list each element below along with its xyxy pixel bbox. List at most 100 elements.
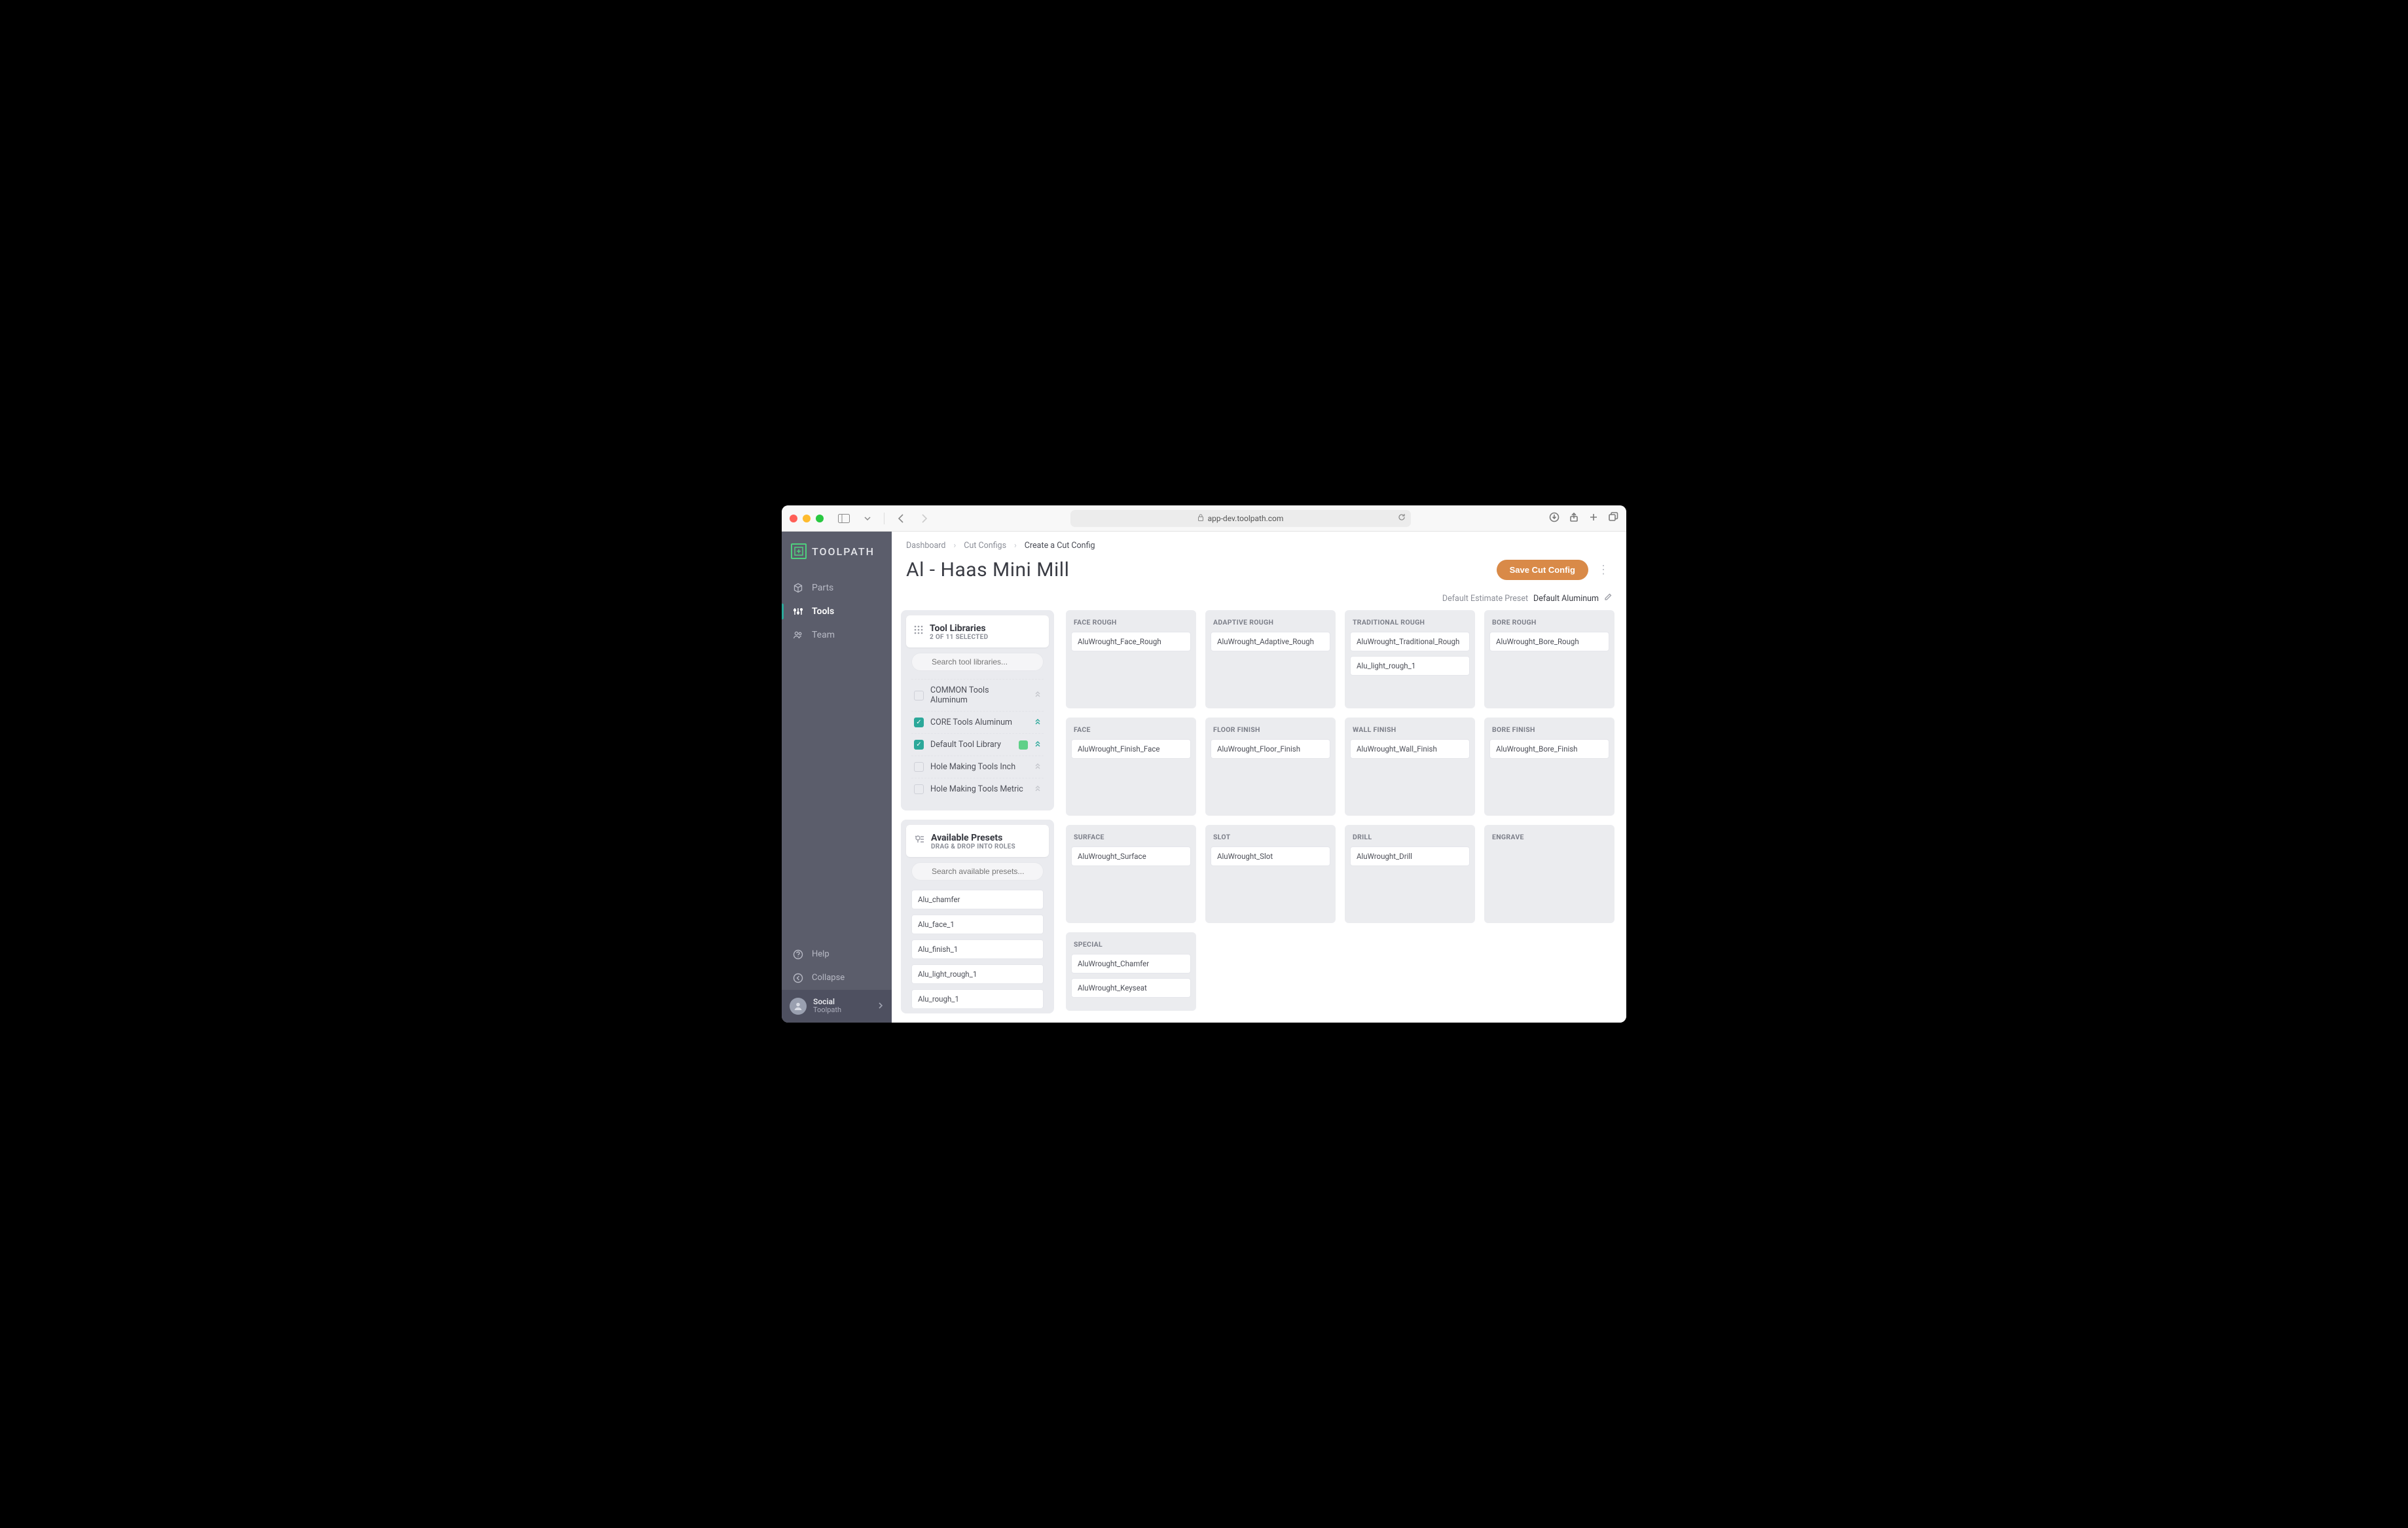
edit-default-preset-icon[interactable] — [1604, 593, 1612, 604]
role-chip[interactable]: AluWrought_Floor_Finish — [1211, 739, 1330, 759]
role-card[interactable]: TRADITIONAL ROUGHAluWrought_Traditional_… — [1345, 610, 1475, 708]
sort-priority-icon[interactable] — [1034, 741, 1041, 749]
brand[interactable]: TOOLPATH — [782, 532, 892, 576]
presets-icon — [914, 834, 924, 846]
preset-chip[interactable]: Alu_face_1 — [911, 915, 1044, 934]
role-title: SURFACE — [1071, 831, 1191, 846]
role-card[interactable]: FACE ROUGHAluWrought_Face_Rough — [1066, 610, 1196, 708]
tool-libraries-panel: Tool Libraries 2 OF 11 SELECTED — [901, 610, 1054, 810]
checkbox[interactable] — [914, 740, 924, 750]
browser-toolbar: app-dev.toolpath.com — [782, 505, 1626, 532]
tool-library-label: Hole Making Tools Metric — [930, 784, 1028, 794]
tool-library-label: CORE Tools Aluminum — [930, 718, 1028, 727]
more-actions-icon[interactable]: ⋮ — [1595, 560, 1612, 579]
lock-icon — [1197, 514, 1204, 523]
sort-priority-icon[interactable] — [1034, 763, 1041, 771]
role-card[interactable]: BORE FINISHAluWrought_Bore_Finish — [1484, 718, 1614, 816]
role-card[interactable]: BORE ROUGHAluWrought_Bore_Rough — [1484, 610, 1614, 708]
save-cut-config-button[interactable]: Save Cut Config — [1497, 560, 1588, 580]
role-chip[interactable]: AluWrought_Bore_Finish — [1489, 739, 1609, 759]
share-icon[interactable] — [1569, 512, 1579, 525]
download-icon[interactable] — [1549, 512, 1560, 525]
sidebar-toggle-icon[interactable] — [834, 511, 854, 526]
default-preset-label: Default Estimate Preset — [1442, 594, 1528, 604]
tool-library-row[interactable]: Default Tool Library — [911, 733, 1044, 755]
role-card[interactable]: ENGRAVE — [1484, 825, 1614, 923]
checkbox[interactable] — [914, 784, 924, 794]
role-chip[interactable]: AluWrought_Traditional_Rough — [1350, 632, 1470, 651]
tabs-icon[interactable] — [1608, 512, 1618, 525]
role-card[interactable]: WALL FINISHAluWrought_Wall_Finish — [1345, 718, 1475, 816]
tool-libraries-list: COMMON Tools Aluminum CORE Tools Aluminu… — [906, 676, 1049, 805]
sort-priority-icon[interactable] — [1034, 719, 1041, 727]
tool-library-row[interactable]: Hole Making Tools Metric — [911, 778, 1044, 800]
sort-priority-icon[interactable] — [1034, 691, 1041, 699]
preset-chip[interactable]: Alu_light_rough_1 — [911, 964, 1044, 984]
role-card[interactable]: FACEAluWrought_Finish_Face — [1066, 718, 1196, 816]
url-bar[interactable]: app-dev.toolpath.com — [1070, 510, 1411, 527]
sidebar-item-parts[interactable]: Parts — [782, 576, 892, 600]
role-card[interactable]: FLOOR FINISHAluWrought_Floor_Finish — [1205, 718, 1336, 816]
profile-switcher[interactable]: Social Toolpath — [782, 990, 892, 1023]
breadcrumb-item[interactable]: Dashboard — [906, 541, 945, 551]
checkbox[interactable] — [914, 691, 924, 700]
preset-chip[interactable]: Alu_rough_1 — [911, 989, 1044, 1008]
tool-library-row[interactable]: Hole Making Tools Inch — [911, 755, 1044, 778]
close-icon[interactable] — [790, 515, 797, 522]
role-card[interactable]: SURFACEAluWrought_Surface — [1066, 825, 1196, 923]
checkbox[interactable] — [914, 762, 924, 772]
sidebar-item-collapse[interactable]: Collapse — [782, 966, 892, 990]
role-chip[interactable]: AluWrought_Surface — [1071, 846, 1191, 866]
role-card[interactable]: DRILLAluWrought_Drill — [1345, 825, 1475, 923]
tool-library-label: Default Tool Library — [930, 740, 1012, 750]
nav-forward-icon[interactable] — [916, 511, 932, 526]
sidebar-item-team[interactable]: Team — [782, 623, 892, 647]
role-chip[interactable]: AluWrought_Wall_Finish — [1350, 739, 1470, 759]
preset-chip[interactable]: Alu_chamfer — [911, 890, 1044, 909]
checkbox[interactable] — [914, 718, 924, 727]
role-chip[interactable]: AluWrought_Adaptive_Rough — [1211, 632, 1330, 651]
default-badge-icon — [1019, 740, 1028, 750]
breadcrumb: Dashboard›Cut Configs›Create a Cut Confi… — [892, 532, 1626, 555]
role-title: SLOT — [1211, 831, 1330, 846]
role-chip[interactable]: AluWrought_Chamfer — [1071, 954, 1191, 973]
role-card-special[interactable]: SPECIAL AluWrought_Chamfer AluWrought_Key… — [1066, 932, 1196, 1011]
preset-chip[interactable]: Alu_finish_1 — [911, 939, 1044, 959]
available-presets-title: Available Presets — [931, 833, 1015, 843]
breadcrumb-item[interactable]: Cut Configs — [964, 541, 1006, 551]
profile-text: Social Toolpath — [813, 998, 871, 1015]
tool-library-row[interactable]: COMMON Tools Aluminum — [911, 679, 1044, 711]
chevron-down-icon[interactable] — [860, 513, 875, 524]
sidebar-item-tools[interactable]: Tools — [782, 600, 892, 623]
role-chip[interactable]: AluWrought_Finish_Face — [1071, 739, 1191, 759]
sort-priority-icon[interactable] — [1034, 786, 1041, 793]
role-title: ENGRAVE — [1489, 831, 1609, 846]
role-chip[interactable]: AluWrought_Slot — [1211, 846, 1330, 866]
tool-library-label: Hole Making Tools Inch — [930, 762, 1028, 772]
maximize-icon[interactable] — [816, 515, 824, 522]
roles-grid: FACE ROUGHAluWrought_Face_RoughADAPTIVE … — [1066, 610, 1614, 923]
role-chip[interactable]: AluWrought_Keyseat — [1071, 978, 1191, 998]
role-chip[interactable]: AluWrought_Drill — [1350, 846, 1470, 866]
role-card[interactable]: SLOTAluWrought_Slot — [1205, 825, 1336, 923]
role-chip[interactable]: Alu_light_rough_1 — [1350, 656, 1470, 676]
roles-scroll[interactable]: FACE ROUGHAluWrought_Face_RoughADAPTIVE … — [1066, 610, 1617, 1013]
role-chip[interactable]: AluWrought_Face_Rough — [1071, 632, 1191, 651]
role-card[interactable]: ADAPTIVE ROUGHAluWrought_Adaptive_Rough — [1205, 610, 1336, 708]
sidebar-item-help[interactable]: Help — [782, 943, 892, 966]
breadcrumb-item: Create a Cut Config — [1025, 541, 1095, 551]
avatar — [790, 998, 807, 1015]
role-title: WALL FINISH — [1350, 724, 1470, 739]
minimize-icon[interactable] — [803, 515, 811, 522]
new-tab-icon[interactable] — [1588, 512, 1599, 525]
sidebar-item-label: Parts — [812, 583, 833, 593]
nav-back-icon[interactable] — [894, 511, 909, 526]
available-presets-search-input[interactable] — [911, 862, 1044, 881]
page-header: Al - Haas Mini Mill Save Cut Config ⋮ — [892, 555, 1626, 593]
role-chip[interactable]: AluWrought_Bore_Rough — [1489, 632, 1609, 651]
tool-library-row[interactable]: CORE Tools Aluminum — [911, 711, 1044, 733]
role-title: SPECIAL — [1071, 939, 1191, 954]
role-title: FACE ROUGH — [1071, 617, 1191, 632]
tool-libraries-search-input[interactable] — [911, 653, 1044, 671]
reload-icon[interactable] — [1398, 513, 1406, 523]
